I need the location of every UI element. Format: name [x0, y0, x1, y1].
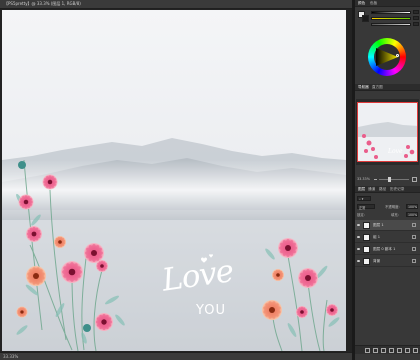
- opacity-label: 不透明度:: [385, 205, 400, 209]
- photoshop-window: 【PS5pretty】@ 33.3% (图层 1, RGB/8) Love YO…: [0, 0, 420, 360]
- fill-value: 100%: [408, 213, 418, 217]
- mask-icon[interactable]: [381, 348, 386, 353]
- navigator-zoom-row: 33.33%: [355, 176, 420, 183]
- layer-name[interactable]: 图层 0 副本 1: [373, 247, 395, 252]
- tab-channels[interactable]: 通道: [368, 187, 375, 192]
- eye-icon[interactable]: [357, 236, 360, 238]
- canvas-area: Love YOU: [0, 9, 352, 352]
- lock-label: 锁定:: [357, 213, 365, 217]
- fill-field[interactable]: 100%: [406, 212, 418, 217]
- layer-thumbnail: [363, 222, 370, 229]
- you-text: YOU: [196, 303, 226, 318]
- status-zoom: 33.33%: [3, 354, 19, 359]
- color-slider-1[interactable]: [371, 11, 411, 14]
- color-wheel[interactable]: [368, 38, 406, 76]
- layer-name[interactable]: 组 1: [373, 235, 380, 240]
- folder-icon[interactable]: [397, 348, 402, 353]
- right-panels: 颜色 色板 导航器 直方图 Love 33.33% 图层 通道 路径 历史记录 …: [355, 0, 420, 360]
- zoom-slider[interactable]: [379, 179, 409, 180]
- zoom-out-icon[interactable]: [374, 179, 377, 180]
- trash-icon[interactable]: [413, 348, 418, 353]
- color-triangle[interactable]: [376, 48, 398, 66]
- tab-paths[interactable]: 路径: [379, 187, 386, 192]
- document-tab[interactable]: 【PS5pretty】@ 33.3% (图层 1, RGB/8): [0, 0, 352, 9]
- kind-filter-label: ⌕ ▾: [359, 197, 364, 201]
- tab-color[interactable]: 颜色: [358, 1, 365, 6]
- eye-icon[interactable]: [357, 260, 360, 262]
- artwork: [2, 10, 346, 351]
- tab-history[interactable]: 历史记录: [390, 187, 404, 192]
- layer-options-icon[interactable]: [412, 247, 416, 251]
- fx-icon[interactable]: [373, 348, 378, 353]
- layer-kind-filter[interactable]: ⌕ ▾: [357, 196, 371, 201]
- layer-name[interactable]: 图层 1: [373, 223, 384, 228]
- opacity-value: 100%: [408, 205, 418, 209]
- zoom-in-icon[interactable]: [412, 177, 417, 182]
- color-slider-3[interactable]: [371, 23, 411, 26]
- layer-row[interactable]: 图层 0 副本 1: [355, 244, 420, 255]
- background-color-swatch[interactable]: [362, 15, 369, 22]
- layers-toolbar: [355, 345, 420, 354]
- layer-options-icon[interactable]: [412, 235, 416, 239]
- navigator-view-box[interactable]: Love: [357, 102, 418, 162]
- color-slider-2[interactable]: [371, 17, 411, 20]
- color-value-1[interactable]: [413, 10, 419, 14]
- navigator-thumbnail: Love: [358, 103, 417, 161]
- new-layer-icon[interactable]: [405, 348, 410, 353]
- eye-icon[interactable]: [357, 248, 360, 250]
- document-tab-title: 【PS5pretty】@ 33.3% (图层 1, RGB/8): [4, 1, 81, 6]
- navigator-preview[interactable]: Love: [356, 99, 419, 165]
- layer-thumbnail: [363, 258, 370, 265]
- tab-navigator[interactable]: 导航器: [358, 85, 369, 90]
- tab-swatches[interactable]: 色板: [370, 1, 377, 6]
- color-value-3[interactable]: [413, 22, 419, 26]
- blend-mode-value: 正常: [359, 206, 366, 210]
- navigator-zoom-value[interactable]: 33.33%: [357, 177, 370, 181]
- layer-row[interactable]: 背景: [355, 256, 420, 267]
- color-panel-header: 颜色 色板: [355, 0, 420, 7]
- layer-options-icon[interactable]: [412, 223, 416, 227]
- blend-mode-select[interactable]: 正常: [357, 204, 375, 210]
- tab-layers[interactable]: 图层: [358, 187, 365, 192]
- navigator-panel-header: 导航器 直方图: [355, 84, 420, 91]
- layer-thumbnail: [363, 234, 370, 241]
- color-value-2[interactable]: [413, 16, 419, 20]
- document-canvas[interactable]: Love YOU: [2, 10, 346, 351]
- zoom-slider-thumb[interactable]: [388, 177, 391, 182]
- color-wheel-center: [374, 44, 400, 70]
- eye-icon[interactable]: [357, 224, 360, 226]
- layer-row[interactable]: 组 1: [355, 232, 420, 243]
- svg-text:Love: Love: [387, 148, 403, 155]
- status-bar: 33.33%: [0, 352, 352, 360]
- layer-thumbnail: [363, 246, 370, 253]
- link-icon[interactable]: [365, 348, 370, 353]
- tab-histogram[interactable]: 直方图: [372, 85, 383, 90]
- opacity-field[interactable]: 100%: [406, 204, 418, 209]
- layer-row[interactable]: 图层 1: [355, 220, 420, 231]
- adjustment-icon[interactable]: [389, 348, 394, 353]
- layers-panel-header: 图层 通道 路径 历史记录: [355, 186, 420, 193]
- layer-options-icon[interactable]: [412, 259, 416, 263]
- fill-label: 填充:: [391, 213, 399, 217]
- layer-name[interactable]: 背景: [373, 259, 380, 264]
- color-picker-marker[interactable]: [396, 54, 399, 57]
